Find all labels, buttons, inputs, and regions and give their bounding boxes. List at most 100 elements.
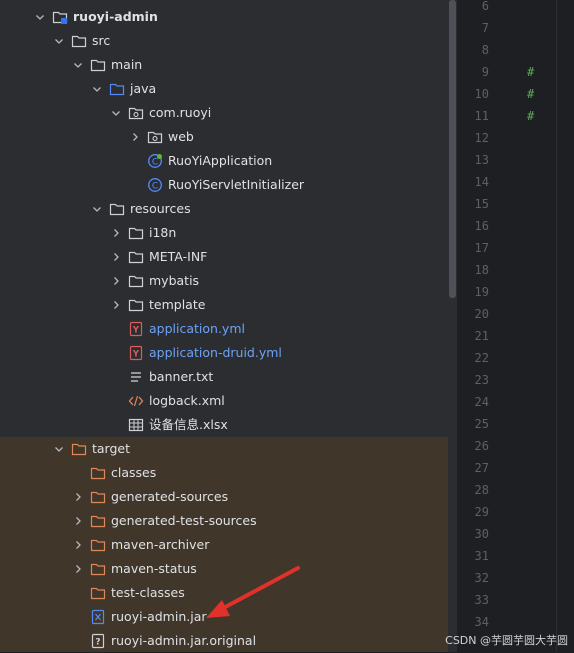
line-number: 24 xyxy=(474,395,489,409)
tree-item-i18n[interactable]: i18n xyxy=(0,221,457,245)
chevron-down-icon[interactable] xyxy=(34,11,46,23)
tree-item-label: logback.xml xyxy=(149,393,225,408)
line-number: 23 xyxy=(474,373,489,387)
yaml-icon: Y xyxy=(128,321,144,337)
chevron-down-icon[interactable] xyxy=(53,443,65,455)
comment-hash: # xyxy=(527,87,535,101)
tree-item-ruoyi-admin-jar-original[interactable]: ? ruoyi-admin.jar.original xyxy=(0,629,457,653)
tree-item-ruoyi-admin[interactable]: ruoyi-admin xyxy=(0,5,457,29)
chevron-right-icon[interactable] xyxy=(72,563,84,575)
xml-icon xyxy=(128,393,144,409)
tree-item-src[interactable]: src xyxy=(0,29,457,53)
tree-item-label: mybatis xyxy=(149,273,200,288)
svg-text:C: C xyxy=(152,181,158,191)
class-icon: C xyxy=(147,177,163,193)
tree-item-label: main xyxy=(111,57,143,72)
module-folder-icon xyxy=(52,9,68,25)
comment-hash: # xyxy=(527,65,535,79)
tree-item-java[interactable]: java xyxy=(0,77,457,101)
folder-icon xyxy=(128,297,144,313)
tree-item-ruoyiapplication[interactable]: C RuoYiApplication xyxy=(0,149,457,173)
tree-item-application-druid-yml[interactable]: Yapplication-druid.yml xyxy=(0,341,457,365)
line-number: 9 xyxy=(481,65,489,79)
chevron-right-icon[interactable] xyxy=(72,515,84,527)
tree-item-label: generated-test-sources xyxy=(111,513,257,528)
folder-icon xyxy=(109,201,125,217)
line-number: 16 xyxy=(474,219,489,233)
line-number: 8 xyxy=(481,43,489,57)
line-number: 21 xyxy=(474,329,489,343)
comment-hash: # xyxy=(527,109,535,123)
yaml-icon: Y xyxy=(128,345,144,361)
tree-item-label: generated-sources xyxy=(111,489,229,504)
line-number: 31 xyxy=(474,549,489,563)
tree-item-label: i18n xyxy=(149,225,177,240)
tree-item-设备信息-xlsx[interactable]: 设备信息.xlsx xyxy=(0,413,457,437)
tree-item-generated-sources[interactable]: generated-sources xyxy=(0,485,457,509)
chevron-right-icon[interactable] xyxy=(129,131,141,143)
folder-icon xyxy=(71,33,87,49)
line-number: 11 xyxy=(474,109,489,123)
chevron-right-icon[interactable] xyxy=(72,539,84,551)
tree-item-label: resources xyxy=(130,201,191,216)
chevron-right-icon[interactable] xyxy=(110,299,122,311)
chevron-right-icon[interactable] xyxy=(72,491,84,503)
tree-item-template[interactable]: template xyxy=(0,293,457,317)
line-number: 10 xyxy=(474,87,489,101)
folder-icon xyxy=(128,249,144,265)
chevron-down-icon[interactable] xyxy=(72,59,84,71)
tree-item-maven-archiver[interactable]: maven-archiver xyxy=(0,533,457,557)
tree-item-banner-txt[interactable]: banner.txt xyxy=(0,365,457,389)
text-icon xyxy=(128,369,144,385)
chevron-right-icon[interactable] xyxy=(110,227,122,239)
watermark: CSDN @芋圆芋圆大芋圆 xyxy=(445,634,568,647)
line-number: 26 xyxy=(474,439,489,453)
source-folder-icon xyxy=(109,81,125,97)
chevron-down-icon[interactable] xyxy=(91,83,103,95)
line-number: 22 xyxy=(474,351,489,365)
tree-item-label: ruoyi-admin.jar xyxy=(111,609,207,624)
tree-item-resources[interactable]: resources xyxy=(0,197,457,221)
annotation-arrow-icon xyxy=(206,566,300,618)
tree-item-com-ruoyi[interactable]: com.ruoyi xyxy=(0,101,457,125)
scrollbar-thumb[interactable] xyxy=(449,0,456,298)
tree-item-generated-test-sources[interactable]: generated-test-sources xyxy=(0,509,457,533)
chevron-right-icon[interactable] xyxy=(110,275,122,287)
chevron-down-icon[interactable] xyxy=(110,107,122,119)
folder-icon xyxy=(90,57,106,73)
excluded-folder-icon xyxy=(90,489,106,505)
chevron-down-icon[interactable] xyxy=(91,203,103,215)
tree-item-label: 设备信息.xlsx xyxy=(149,417,228,432)
line-number: 14 xyxy=(474,175,489,189)
svg-text:C: C xyxy=(152,157,158,167)
excluded-folder-icon xyxy=(90,585,106,601)
line-number: 32 xyxy=(474,571,489,585)
line-number: 27 xyxy=(474,461,489,475)
tree-item-label: ruoyi-admin.jar.original xyxy=(111,633,257,648)
tree-item-application-yml[interactable]: Yapplication.yml xyxy=(0,317,457,341)
excluded-folder-icon xyxy=(90,513,106,529)
line-number: 12 xyxy=(474,131,489,145)
tree-item-label: classes xyxy=(111,465,157,480)
tree-item-meta-inf[interactable]: META-INF xyxy=(0,245,457,269)
tree-item-label: META-INF xyxy=(149,249,208,264)
line-number: 18 xyxy=(474,263,489,277)
line-number: 33 xyxy=(474,593,489,607)
line-number: 13 xyxy=(474,153,489,167)
tree-item-ruoyiservletinitializer[interactable]: C RuoYiServletInitializer xyxy=(0,173,457,197)
tree-item-label: template xyxy=(149,297,206,312)
tree-item-mybatis[interactable]: mybatis xyxy=(0,269,457,293)
tree-item-main[interactable]: main xyxy=(0,53,457,77)
chevron-down-icon[interactable] xyxy=(53,35,65,47)
tree-item-logback-xml[interactable]: logback.xml xyxy=(0,389,457,413)
tree-item-label: application-druid.yml xyxy=(149,345,282,360)
tree-item-classes[interactable]: classes xyxy=(0,461,457,485)
tree-item-label: target xyxy=(92,441,131,456)
line-number: 19 xyxy=(474,285,489,299)
chevron-right-icon[interactable] xyxy=(110,251,122,263)
tree-item-label: web xyxy=(168,129,194,144)
tree-item-web[interactable]: web xyxy=(0,125,457,149)
tree-item-target[interactable]: target xyxy=(0,437,457,461)
tree-scrollbar[interactable] xyxy=(448,0,457,652)
package-icon xyxy=(128,105,144,121)
